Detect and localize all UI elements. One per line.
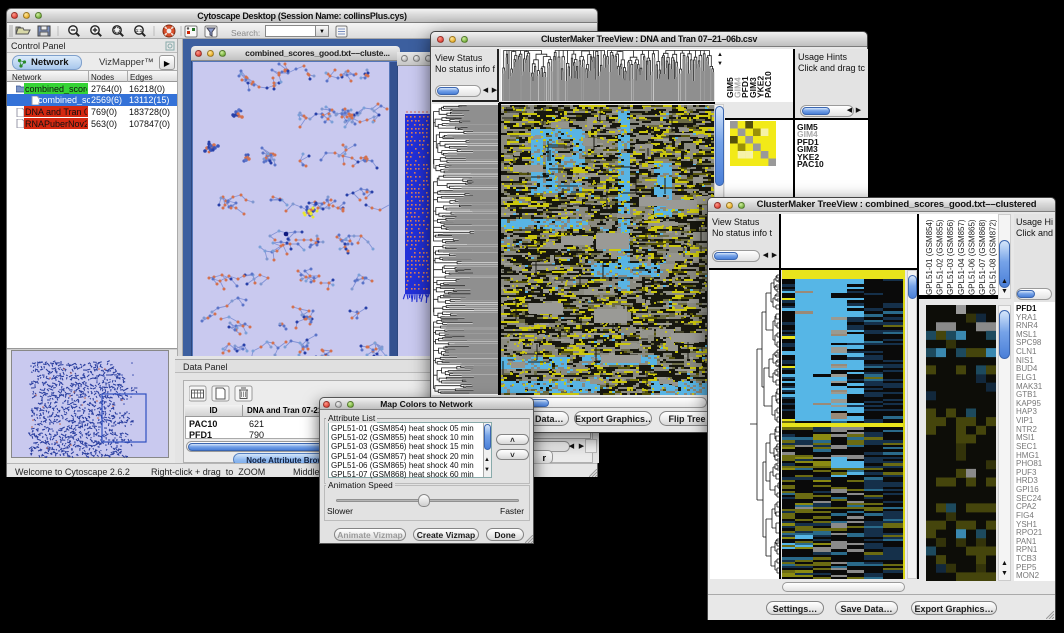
svg-text:1:1: 1:1	[136, 28, 143, 33]
svg-text:GPL51-06 (GSM865): GPL51-06 (GSM865)	[967, 219, 976, 295]
svg-text:GPL51-01 (GSM854): GPL51-01 (GSM854)	[925, 219, 934, 295]
svg-text:GPL51-03 (GSM856): GPL51-03 (GSM856)	[946, 219, 955, 295]
svg-text:GPL51-04 (GSM857): GPL51-04 (GSM857)	[957, 219, 966, 295]
svg-text:GPL51-02 (GSM855): GPL51-02 (GSM855)	[936, 219, 945, 295]
svg-text:GPL51-07 (GSM868): GPL51-07 (GSM868)	[978, 219, 987, 295]
svg-text:GPL51-08 (GSM872): GPL51-08 (GSM872)	[989, 219, 998, 295]
svg-text:PAC10: PAC10	[763, 71, 773, 98]
